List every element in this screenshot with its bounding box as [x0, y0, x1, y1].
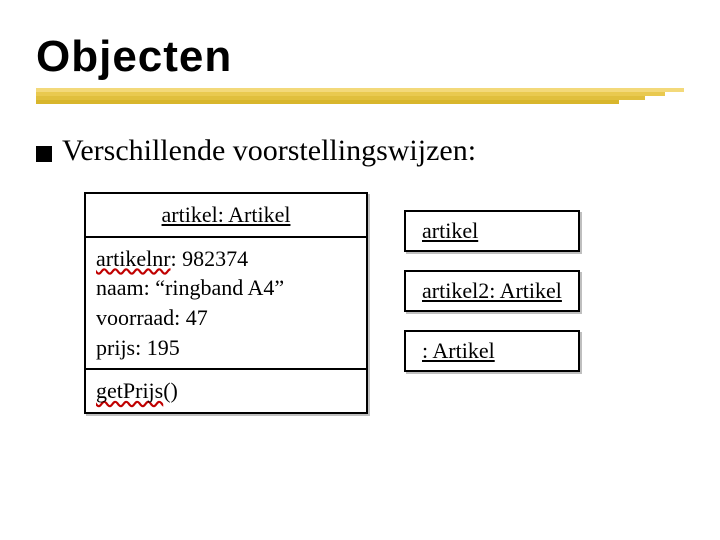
attr-line: artikelnr: 982374 — [96, 244, 356, 274]
short-object-box-3: : Artikel — [404, 330, 580, 372]
attr-label: artikelnr — [96, 246, 171, 271]
attr-line: voorraad: 47 — [96, 303, 356, 333]
uml-object-operations: getPrijs() — [86, 368, 366, 412]
subtitle-row: Verschillende voorstellingswijzen: — [36, 134, 684, 168]
attr-rest: : 982374 — [171, 246, 249, 271]
attr-line: prijs: 195 — [96, 333, 356, 363]
slide: Objecten Verschillende voorstellingswijz… — [0, 0, 720, 540]
short-object-2-text: artikel2: Artikel — [422, 278, 562, 303]
bullet-icon — [36, 146, 52, 162]
op-line: getPrijs() — [96, 376, 356, 406]
full-object-column: artikel: Artikel artikelnr: 982374 naam:… — [84, 192, 368, 414]
uml-object-attributes: artikelnr: 982374 naam: “ringband A4” vo… — [86, 236, 366, 369]
short-object-box-2: artikel2: Artikel — [404, 270, 580, 312]
short-forms-column: artikel artikel2: Artikel : Artikel — [404, 210, 580, 390]
uml-object-name: artikel: Artikel — [86, 194, 366, 236]
short-object-1-text: artikel — [422, 218, 478, 243]
title-underline — [36, 88, 684, 106]
uml-object-name-text: artikel: Artikel — [162, 202, 291, 227]
attr-line: naam: “ringband A4” — [96, 273, 356, 303]
uml-object-full: artikel: Artikel artikelnr: 982374 naam:… — [84, 192, 368, 414]
slide-title: Objecten — [36, 32, 684, 82]
short-object-3-text: : Artikel — [422, 338, 495, 363]
short-object-box-1: artikel — [404, 210, 580, 252]
op-name: getPrijs — [96, 378, 163, 403]
subtitle-text: Verschillende voorstellingswijzen: — [62, 134, 476, 168]
op-parens: () — [163, 378, 178, 403]
content-row: artikel: Artikel artikelnr: 982374 naam:… — [36, 192, 684, 414]
